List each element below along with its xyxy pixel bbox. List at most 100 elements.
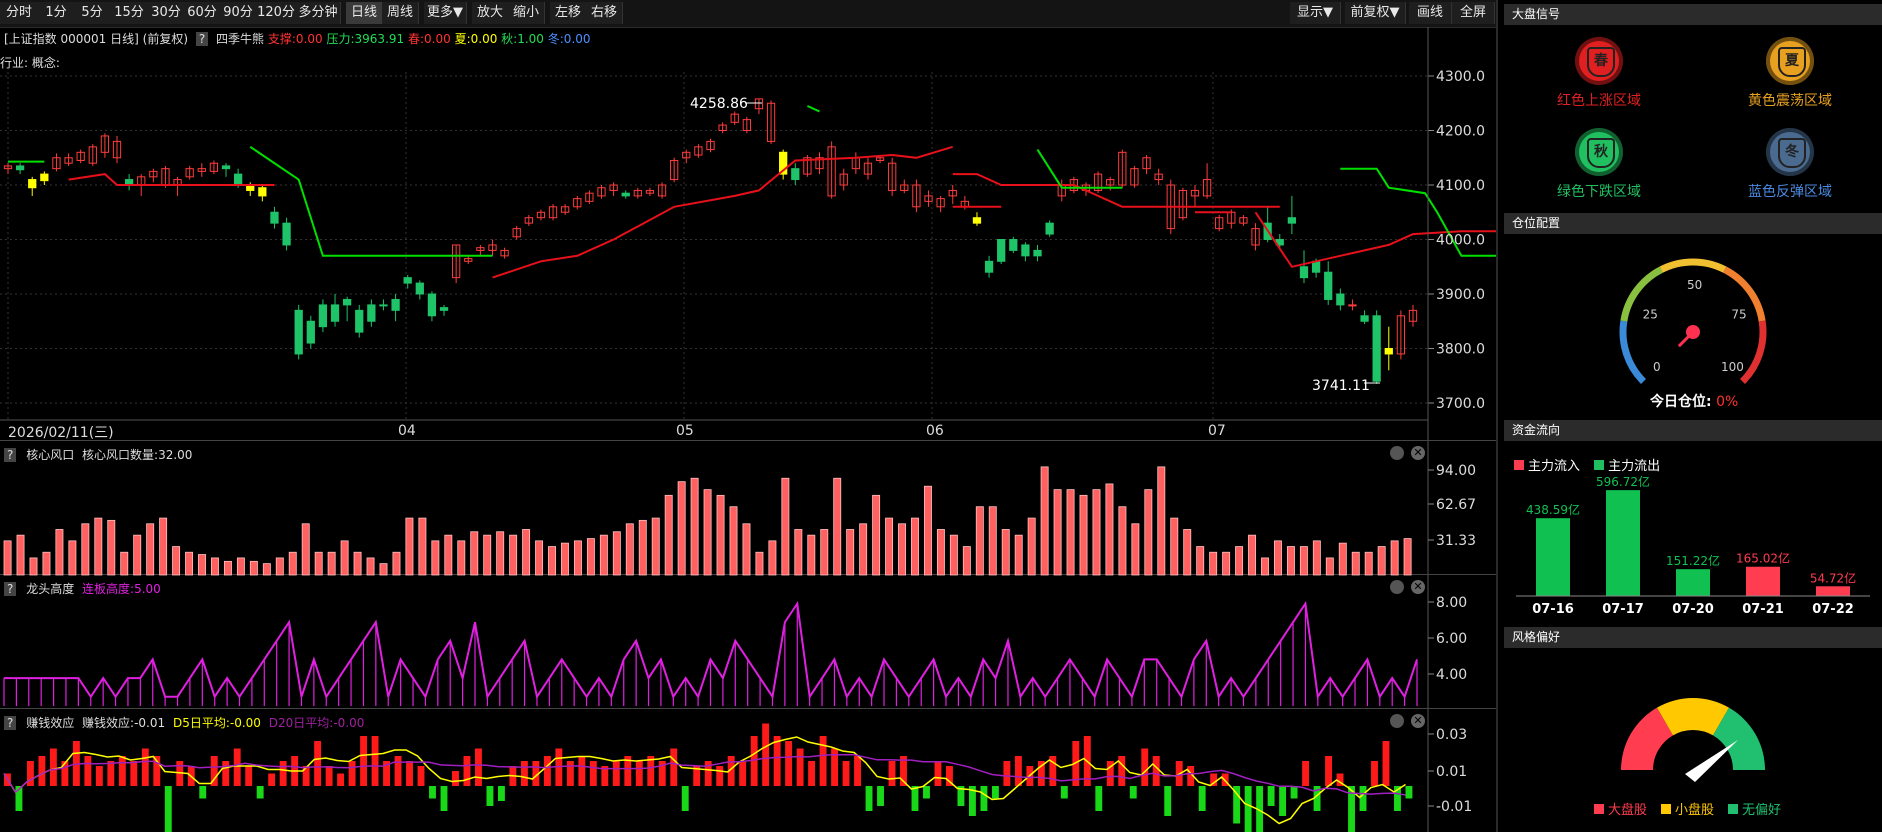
gauge-tick-label: 75 — [1731, 308, 1746, 322]
candle — [161, 165, 170, 188]
candle-body — [1396, 315, 1406, 355]
ind3-bar — [1187, 766, 1195, 786]
ind1-bar — [1261, 557, 1269, 576]
ind1-bar — [755, 551, 764, 576]
ind3-bar — [279, 761, 287, 786]
candle — [1336, 288, 1345, 311]
toolbar-btn-9[interactable]: 日线 — [346, 2, 383, 24]
ind2-settings-icon[interactable] — [1390, 580, 1404, 594]
ind1-bar — [1053, 489, 1062, 576]
pressure-line — [1036, 149, 1123, 189]
style-needle — [1685, 740, 1738, 782]
toolbar-btn-6[interactable]: 90分 — [220, 2, 257, 24]
candle-body — [76, 151, 85, 161]
toolbar-btn-11[interactable]: 更多▼ — [424, 2, 467, 24]
candle — [1178, 187, 1188, 221]
candle — [1009, 236, 1018, 254]
toolbar-btn-5[interactable]: 60分 — [184, 2, 221, 24]
toolbar-btn-12[interactable]: 放大 — [472, 2, 509, 24]
candle-body — [3, 165, 13, 170]
candle-body — [1408, 309, 1418, 322]
candle-body — [670, 159, 679, 181]
ind3-bar — [4, 773, 11, 786]
candle-body — [730, 113, 739, 123]
y-tick-label: 4100.0 — [1436, 178, 1485, 194]
candle-body — [1275, 239, 1284, 246]
candle — [1166, 179, 1175, 235]
ind3-bar — [84, 756, 92, 786]
toolbar-right-btn-1[interactable]: 前复权▼ — [1345, 2, 1406, 24]
ind3-bar — [141, 748, 149, 786]
ind3-bar — [486, 786, 494, 806]
candle — [524, 214, 533, 226]
toolbar-right-btn-3[interactable]: 全屏 — [1452, 2, 1495, 24]
ind2-tick-label: 8.00 — [1436, 595, 1467, 611]
toolbar-btn-13[interactable]: 缩小 — [508, 2, 545, 24]
toolbar-btn-1[interactable]: 1分 — [38, 2, 75, 24]
candle — [1275, 234, 1284, 251]
candle-body — [573, 198, 582, 208]
candle — [645, 187, 655, 196]
ind3-settings-icon[interactable] — [1390, 714, 1404, 728]
candle — [221, 163, 231, 177]
signal-char: 夏 — [1778, 47, 1806, 77]
ind1-bar — [1001, 529, 1010, 576]
ind3-bar — [773, 736, 781, 786]
candle — [3, 163, 13, 175]
ind1-bar — [548, 546, 556, 576]
kline-chart[interactable]: 4258.86 3741.11 4300.0 4200.0 4100.0 4000.0 3… — [0, 0, 1496, 832]
toolbar-right-btn-2[interactable]: 画线 — [1409, 2, 1452, 24]
signal-icon-2: 秋 — [1575, 128, 1623, 176]
ind1-bar — [457, 540, 466, 576]
ind1-help[interactable]: ? — [4, 448, 17, 462]
ind3-help[interactable]: ? — [4, 716, 17, 730]
ind2-help[interactable]: ? — [4, 582, 17, 596]
candle-body — [1154, 173, 1163, 181]
signal-icon-1: 夏 — [1766, 37, 1814, 85]
toolbar-btn-15[interactable]: 右移 — [586, 2, 623, 24]
candle-body — [960, 200, 969, 208]
toolbar-btn-8[interactable]: 多分钟 — [296, 2, 341, 24]
fund-value-label: 438.59亿 — [1526, 502, 1580, 517]
ind3-bar — [635, 761, 643, 786]
candle-body — [306, 320, 315, 344]
ind2-close-icon[interactable]: ✕ — [1411, 580, 1425, 594]
toolbar-right-btn-0[interactable]: 显示▼ — [1290, 2, 1341, 24]
ind1-bar — [703, 489, 712, 576]
ind3-bar — [900, 756, 907, 786]
ind3-bar — [268, 773, 276, 786]
candle — [1239, 214, 1248, 226]
candle-body — [500, 249, 509, 257]
candle-body — [1033, 249, 1042, 257]
candle-body — [209, 162, 219, 172]
fund-category-label: 07-21 — [1742, 602, 1784, 617]
ind3-bar — [1221, 773, 1229, 786]
ind3-close-icon[interactable]: ✕ — [1411, 714, 1425, 728]
candle — [500, 247, 509, 259]
candle-body — [657, 184, 667, 197]
help-button[interactable]: ? — [195, 32, 209, 46]
candle — [173, 176, 182, 196]
ind1-bar — [418, 517, 427, 576]
ind1-bar — [1144, 489, 1153, 576]
candle — [900, 179, 909, 194]
candle-body — [124, 179, 134, 186]
toolbar-btn-2[interactable]: 5分 — [74, 2, 111, 24]
ind1-close-icon[interactable]: ✕ — [1411, 446, 1425, 460]
ind3-bar — [716, 766, 724, 786]
toolbar-btn-10[interactable]: 周线 — [382, 2, 419, 24]
candle — [64, 153, 73, 166]
ind1-bar — [1183, 529, 1192, 576]
toolbar-btn-3[interactable]: 15分 — [110, 2, 149, 24]
ind1-bar — [742, 523, 751, 576]
candle — [1324, 261, 1333, 305]
toolbar-btn-4[interactable]: 30分 — [148, 2, 185, 24]
ind3-bar — [1106, 761, 1114, 786]
candle — [391, 294, 400, 322]
toolbar-btn-14[interactable]: 左移 — [550, 2, 587, 24]
toolbar-btn-7[interactable]: 120分 — [256, 2, 297, 24]
ind1-settings-icon[interactable] — [1390, 446, 1404, 460]
signal-label-0: 红色上涨区域 — [1557, 93, 1641, 109]
toolbar-btn-0[interactable]: 分时 — [0, 2, 39, 24]
candle-body — [791, 168, 800, 181]
